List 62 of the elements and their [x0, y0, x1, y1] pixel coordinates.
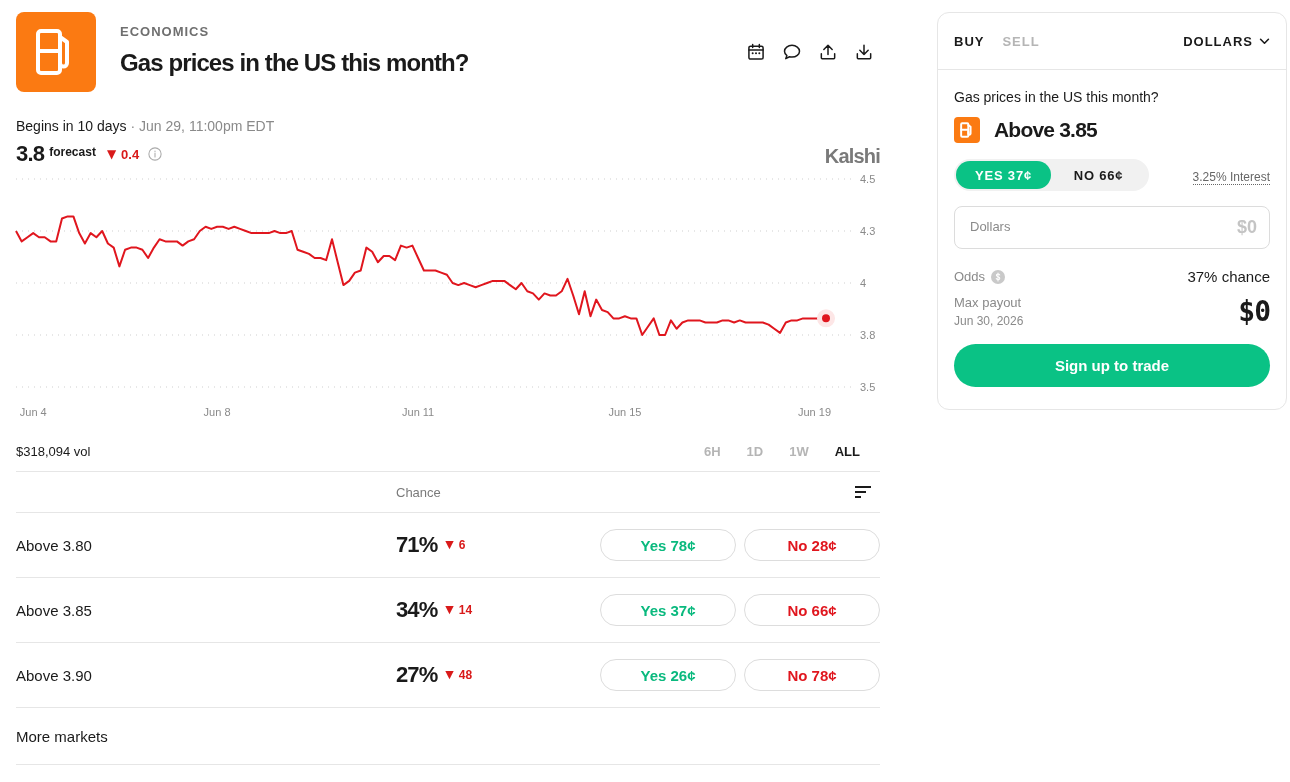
x-axis-label: Jun 4 [19, 406, 47, 418]
start-date-text: · Jun 29, 11:00pm EDT [130, 117, 275, 135]
down-arrow-icon: ▼ [445, 538, 454, 552]
brand-logo-text: Kalshi [824, 145, 880, 167]
start-time-text: Begins in 10 days [16, 117, 127, 135]
market-name: Above 3.85 [16, 601, 93, 619]
more-markets-link[interactable]: More markets [16, 727, 108, 745]
odds-label: Odds [954, 269, 986, 284]
download-icon[interactable] [854, 42, 874, 62]
volume-text: $318,094 vol [16, 443, 91, 459]
payout-label: Max payout [954, 295, 1022, 310]
buy-no-button[interactable]: No 78¢ [744, 659, 880, 691]
interest-link[interactable]: 3.25% Interest [1192, 169, 1270, 185]
last-point-marker [817, 309, 835, 328]
currency-dropdown[interactable]: DOLLARS [1183, 29, 1270, 53]
sort-icon[interactable] [854, 485, 872, 499]
selected-market-title: Above 3.85 [994, 118, 1097, 142]
x-axis-label: Jun 15 [608, 406, 642, 418]
buy-yes-button[interactable]: Yes 37¢ [600, 594, 736, 626]
x-axis-label: Jun 19 [798, 406, 832, 418]
gas-pump-icon [954, 117, 980, 143]
payout-value: $0 [1238, 295, 1270, 328]
market-name: Above 3.80 [16, 536, 93, 554]
down-arrow-icon: ▼ [445, 668, 454, 682]
y-axis-label: 4.3 [860, 225, 876, 237]
y-axis-label: 4.5 [860, 173, 876, 185]
gas-pump-icon [16, 12, 96, 92]
forecast-value: 3.8 [16, 141, 45, 167]
calendar-icon[interactable] [746, 42, 766, 62]
amount-label: Dollars [970, 219, 1011, 235]
x-axis-label: Jun 11 [402, 406, 435, 418]
odds-value: 37% chance [1187, 268, 1270, 285]
chance-value: 34% [396, 597, 438, 623]
question-text: Gas prices in the US this month? [954, 88, 1160, 106]
chance-value: 27% [396, 662, 438, 688]
share-icon[interactable] [818, 42, 838, 62]
y-axis-label: 3.8 [860, 329, 876, 341]
buy-no-button[interactable]: No 28¢ [744, 529, 880, 561]
market-name: Above 3.90 [16, 666, 93, 684]
speech-bubble-icon[interactable] [782, 42, 802, 62]
column-header: Chance [396, 484, 441, 500]
chance-value: 71% [396, 532, 438, 558]
payout-date: Jun 30, 2026 [954, 314, 1024, 328]
forecast-label: forecast [49, 145, 96, 159]
down-arrow-icon: ▼ [445, 603, 454, 617]
side-tab[interactable]: BUY [948, 29, 991, 53]
x-axis-label: Jun 8 [203, 406, 231, 418]
buy-yes-button[interactable]: Yes 26¢ [600, 659, 736, 691]
chance-change: 14 [458, 603, 473, 617]
category-label: ECONOMICS [120, 24, 210, 40]
chance-change: 48 [458, 668, 473, 682]
y-axis-label: 4 [860, 277, 867, 289]
buy-no-button[interactable]: No 66¢ [744, 594, 880, 626]
chance-change: 6 [458, 538, 466, 552]
chevron-down-icon [1259, 37, 1270, 45]
market-title: Gas prices in the US this month? [120, 48, 469, 78]
buy-yes-button[interactable]: Yes 78¢ [600, 529, 736, 561]
range-tab[interactable]: ALL [824, 440, 870, 462]
y-axis-label: 3.5 [860, 381, 876, 393]
down-arrow-icon: ▼ [106, 147, 117, 161]
dollar-coin-icon [991, 269, 1006, 284]
forecast-change: 0.4 [121, 146, 140, 162]
